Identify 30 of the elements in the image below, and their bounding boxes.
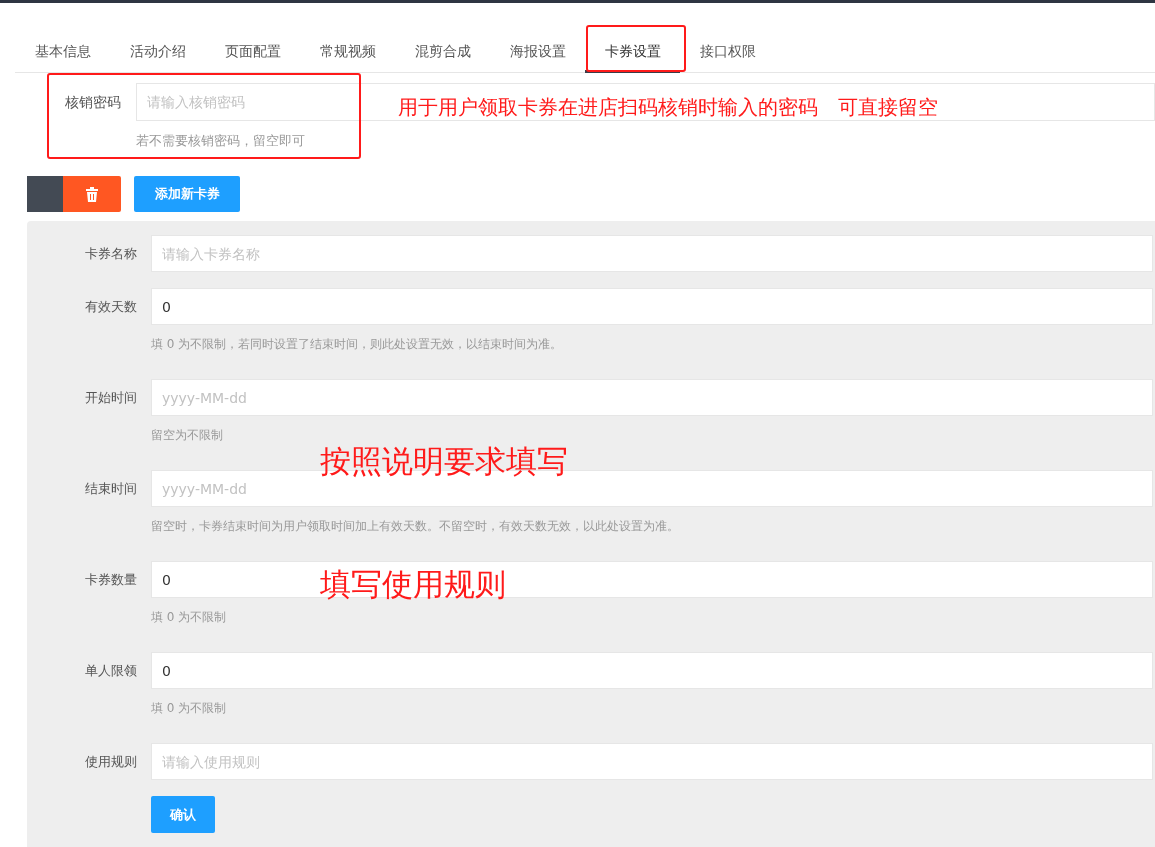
- annotation-text: 用于用户领取卡券在进店扫码核销时输入的密码 可直接留空: [398, 97, 938, 117]
- tab[interactable]: 常规视频: [300, 32, 395, 73]
- delete-button[interactable]: [63, 176, 121, 212]
- annotation-text: 填写使用规则: [320, 569, 506, 600]
- tab[interactable]: 活动介绍: [110, 32, 205, 73]
- help-text: 填 0 为不限制: [151, 700, 227, 717]
- help-text: 留空为不限制: [151, 427, 223, 444]
- tab[interactable]: 页面配置: [205, 32, 300, 73]
- field-label: 卡券数量: [84, 570, 138, 589]
- help-text: 填 0 为不限制，若同时设置了结束时间，则此处设置无效，以结束时间为准。: [151, 336, 563, 353]
- field-label: 核销密码: [64, 92, 121, 112]
- input-field[interactable]: yyyy-MM-dd: [151, 379, 1153, 416]
- input-field[interactable]: 请输入使用规则: [151, 743, 1153, 780]
- field-label: 卡券名称: [84, 244, 138, 263]
- help-text: 填 0 为不限制: [151, 609, 227, 626]
- tab[interactable]: 卡券设置: [585, 32, 680, 73]
- tab[interactable]: 接口权限: [680, 32, 775, 73]
- input-field[interactable]: 0: [151, 652, 1153, 689]
- tab[interactable]: 基本信息: [15, 32, 110, 73]
- tab[interactable]: 海报设置: [490, 32, 585, 73]
- help-text: 若不需要核销密码，留空即可: [136, 132, 305, 150]
- help-text: 留空时，卡券结束时间为用户领取时间加上有效天数。不留空时，有效天数无效，以此处设置为准。: [151, 518, 679, 535]
- field-label: 单人限领: [84, 661, 138, 680]
- field-label: 使用规则: [84, 752, 138, 771]
- input-field[interactable]: 0: [151, 288, 1153, 325]
- trash-icon: [85, 186, 99, 202]
- field-label: 开始时间: [84, 388, 138, 407]
- field-label: 有效天数: [84, 297, 138, 316]
- field-label: 结束时间: [84, 479, 138, 498]
- tab[interactable]: 混剪合成: [395, 32, 490, 73]
